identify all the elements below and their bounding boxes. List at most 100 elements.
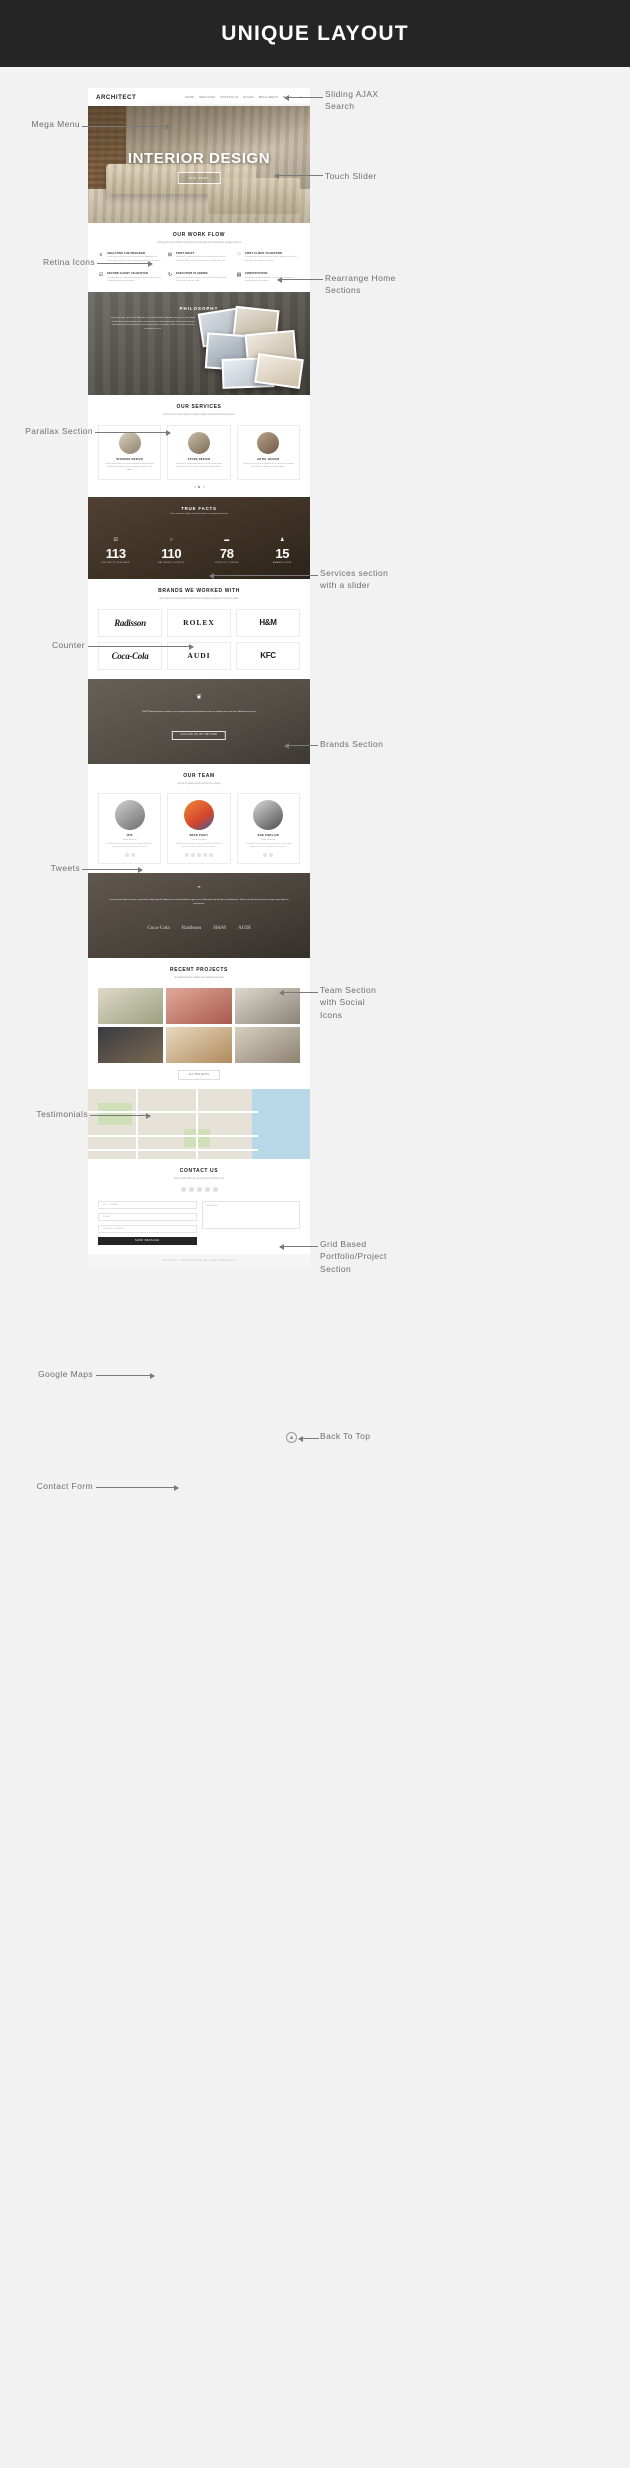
service-title: HOTEL DESIGN [257,457,280,461]
map-road [88,1111,258,1114]
leader-line [279,1243,318,1250]
workflow-item-desc: Ut consequat arcu quis quam ipsum, condi… [107,276,162,282]
full-name-input[interactable]: FULL NAME [98,1200,197,1209]
annotation-services-slider: Services section with a slider [320,568,389,591]
leader-line [96,1484,179,1491]
projects-heading: RECENT PROJECTS [170,967,228,974]
leader-line [88,643,194,650]
navbar: ARCHITECT HOME SERVICES PORTFOLIO PAGES … [88,88,310,106]
project-tile[interactable] [166,1027,232,1064]
check-icon: ☑ [113,536,118,543]
social-icon[interactable] [212,1186,218,1192]
nav-item-pages[interactable]: PAGES [243,96,254,99]
workflow-item-desc: Lorem ipsum dolor sit amet, consectetur … [107,256,161,264]
hero-cta-button[interactable]: OUR WORK [177,172,221,184]
leader-line [209,572,318,579]
annotation-back-to-top: Back To Top [320,1431,371,1441]
social-icon[interactable] [184,853,189,858]
brand-logo-kfc: KFC [260,651,276,660]
brand-cell[interactable]: KFC [236,641,300,670]
team-member-card[interactable]: SAM SINCLAIR Project Manager Vestibulum … [236,793,300,865]
building-icon: ▤ [236,272,242,279]
social-icon[interactable] [180,1186,186,1192]
counter-label: CUPS OF COFFEE [214,561,239,564]
member-name: BRAD PIGGY [189,834,209,838]
social-icon[interactable] [196,853,201,858]
workflow-item-desc: Interdum et malesuada fames ac ante ipsu… [176,256,226,262]
site-logo[interactable]: ARCHITECT [96,94,136,101]
counter-grid: ☑ 113 PROJECTS FINISHED ○ 110 SATISFIED … [88,537,310,564]
nav-item-portfolio[interactable]: PORTFOLIO [220,96,238,99]
avatar [253,800,284,831]
map-road [88,1149,258,1151]
hero-slider[interactable]: INTERIOR DESIGN OUR WORK [88,106,310,223]
avatar [114,800,145,831]
service-card[interactable]: INTERIOR DESIGN Lorem ipsum dolor sit am… [98,424,162,480]
slider-dot[interactable] [193,485,196,488]
annotation-team: Team Section with Social Icons [320,985,377,1020]
service-card[interactable]: STORE DESIGN Interdum et malesuada fames… [167,424,231,480]
tweets-section: ❦ @WPThemeHi please contact us on suppor… [88,678,310,764]
nav-item-services[interactable]: SERVICES [199,96,215,99]
slider-dot-active[interactable] [198,485,200,488]
social-icon[interactable] [124,853,129,858]
counter-label: SATISFIED CLIENTS [157,561,185,564]
site-footer: ARCHITECT COPYRIGHT 2016 - ALL RIGHTS RE… [88,1253,310,1268]
team-member-card[interactable]: IRIS Senior Architect Vestibulum ante ip… [98,793,162,865]
philosophy-text: Integer sit amet ligula lacus. Aliquam a… [110,317,196,330]
annotation-retina-icons: Retina Icons [42,257,95,267]
annotation-testimonials: Testimonials [36,1109,88,1119]
project-tile[interactable] [234,988,300,1025]
social-icon[interactable] [263,853,268,858]
leader-line [97,260,153,267]
social-icon[interactable] [208,853,213,858]
nav-item-mega-menu[interactable]: MEGA MENU [259,96,278,99]
message-textarea[interactable]: MESSAGE [201,1200,300,1229]
email-input[interactable]: EMAIL [98,1212,197,1221]
brand-cell[interactable]: Radisson [98,608,162,637]
back-to-top-button[interactable]: ▲ [286,1432,297,1443]
project-tile[interactable] [234,1027,300,1064]
workflow-item-title: FIRST DRAFT [176,251,195,255]
social-icon[interactable] [196,1186,202,1192]
all-projects-button[interactable]: ALL PROJECTS [178,1070,220,1081]
annotation-parallax: Parallax Section [25,426,93,436]
brand-cell[interactable]: H&M [236,608,300,637]
counter-item: ☑ 113 PROJECTS FINISHED [88,537,144,564]
nav-item-home[interactable]: HOME [185,96,194,99]
workflow-grid: ≡ ANALYZING THE PROGRAM Lorem ipsum dolo… [98,252,300,283]
services-slider-dots[interactable] [98,485,300,488]
phone-input[interactable]: PHONE NUMBER [98,1224,197,1233]
social-icon[interactable] [202,853,207,858]
social-icon[interactable] [130,853,135,858]
social-icon[interactable] [188,1186,194,1192]
projects-subheading: Our latest interior design and architect… [174,976,224,980]
service-title: STORE DESIGN [187,457,211,461]
send-message-button[interactable]: SEND MESSAGE [98,1236,197,1245]
services-heading: OUR SERVICES [176,404,222,411]
social-icon[interactable] [269,853,274,858]
social-icon[interactable] [190,853,195,858]
parallax-section: PHILOSOPHY Integer sit amet ligula lacus… [88,292,310,396]
workflow-item-title: SECOND CLIENT VALIDATION [107,272,148,276]
team-section: OUR TEAM Group of great people behind th… [88,763,310,874]
site-header: ARCHITECT HOME SERVICES PORTFOLIO PAGES … [88,88,310,106]
project-tile[interactable] [98,988,164,1025]
social-icon[interactable] [204,1186,210,1192]
annotation-brands: Brands Section [320,739,384,749]
project-tile[interactable] [166,988,232,1025]
plus-square-icon: ⊞ [167,251,173,258]
follow-twitter-button[interactable]: FOLLOW US ON TWITTER [171,730,227,740]
service-card[interactable]: HOTEL DESIGN Quisque vel accumsan dapibu… [236,424,300,480]
leader-line [274,172,323,179]
brands-subheading: We're proud to have worked with these am… [159,596,239,600]
team-member-card[interactable]: BRAD PIGGY Interior Designer Vestibulum … [167,793,231,865]
workflow-subheading: Finding the best solution through a well… [156,241,242,244]
google-map[interactable] [88,1089,310,1160]
team-subheading: Group of great people behind the project [177,781,221,785]
brand-cell[interactable]: ROLEX [167,608,231,637]
member-name: SAM SINCLAIR [257,834,280,838]
testimonial-logo: Coca-Cola [147,926,170,932]
project-tile[interactable] [98,1027,164,1064]
slider-dot[interactable] [202,485,205,488]
